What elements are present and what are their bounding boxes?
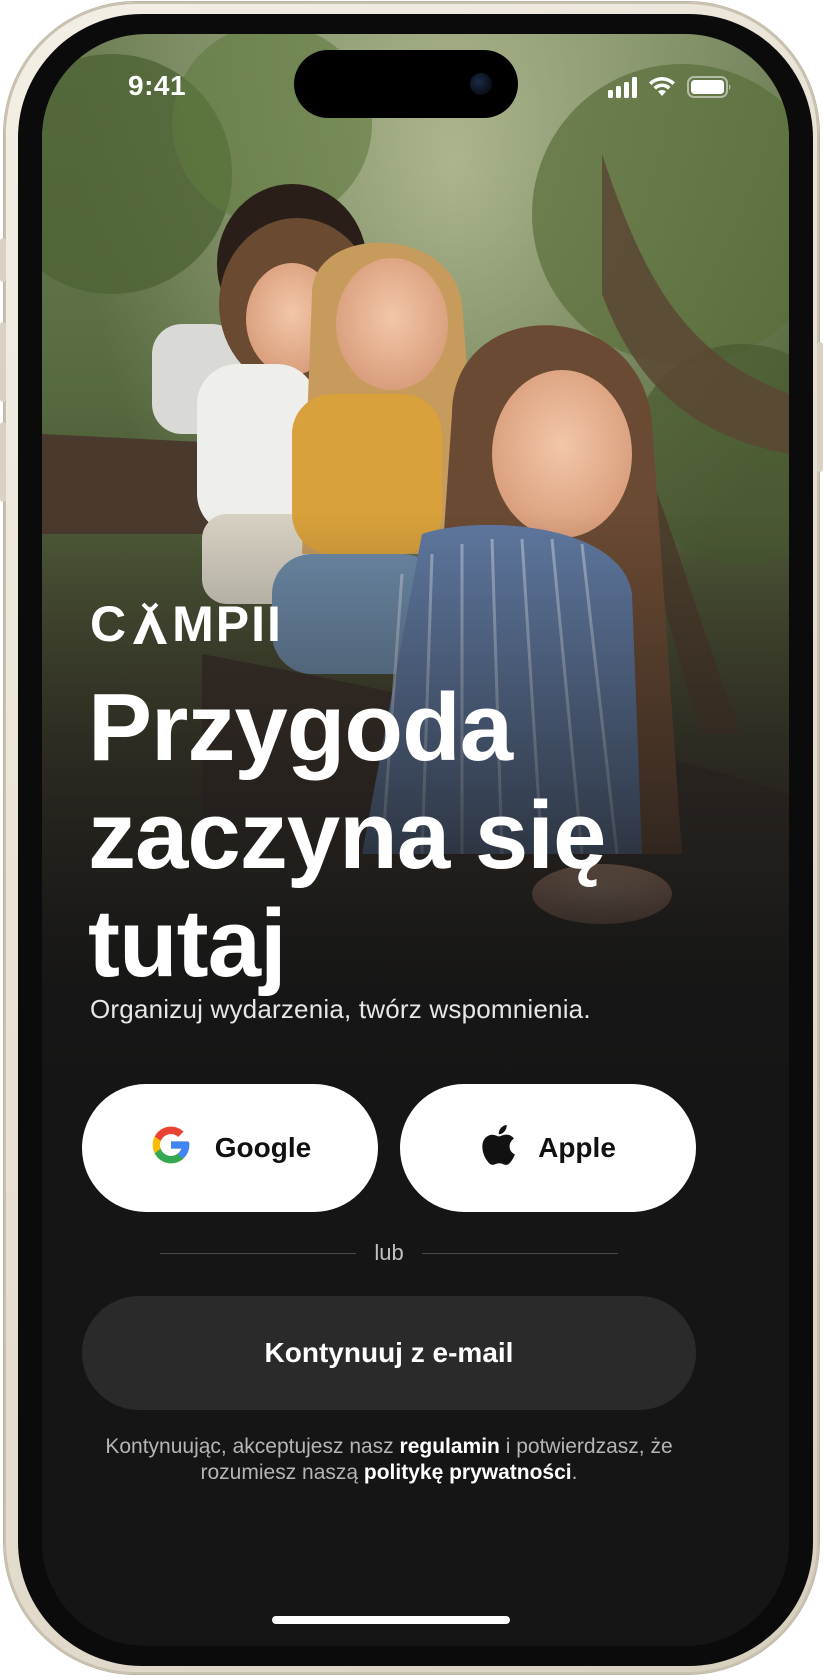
status-icons [608, 74, 733, 100]
google-sign-in-button[interactable]: Google [82, 1084, 378, 1212]
email-button-label: Kontynuuj z e-mail [264, 1337, 514, 1368]
privacy-policy-link[interactable]: politykę prywatności [364, 1461, 572, 1484]
headline: Przygoda zaczyna się tutaj [88, 674, 748, 998]
headline-line-3: tutaj [88, 890, 287, 997]
home-indicator[interactable] [272, 1616, 510, 1624]
terms-link[interactable]: regulamin [400, 1435, 500, 1458]
battery-icon [687, 76, 733, 98]
phone-frame: 9:41 C MPII Przygoda zaczyna się tutaj O… [0, 2, 823, 1674]
volume-up-button [0, 322, 6, 402]
signal-icon [608, 76, 637, 98]
dynamic-island [294, 50, 518, 118]
or-divider: lub [160, 1238, 619, 1268]
divider-line-right [421, 1252, 619, 1254]
continue-with-email-button[interactable]: Kontynuuj z e-mail [82, 1296, 696, 1410]
campii-logo: C MPII [90, 594, 283, 654]
subtitle: Organizuj wydarzenia, twórz wspomnienia. [90, 994, 591, 1024]
app-screen: 9:41 C MPII Przygoda zaczyna się tutaj O… [42, 34, 789, 1646]
power-button [817, 342, 823, 472]
apple-label: Apple [538, 1132, 616, 1163]
status-time: 9:41 [128, 70, 187, 101]
front-camera [470, 73, 492, 95]
divider-text: lub [374, 1240, 404, 1265]
volume-down-button [0, 422, 6, 502]
terms-text-3: . [571, 1461, 578, 1484]
logo-tent-icon [130, 602, 170, 646]
terms-notice: Kontynuując, akceptujesz nasz regulamin … [72, 1434, 706, 1486]
google-label: Google [214, 1132, 312, 1163]
apple-sign-in-button[interactable]: Apple [400, 1084, 696, 1212]
divider-line-left [160, 1252, 357, 1254]
apple-icon [480, 1123, 516, 1174]
status-bar: 9:41 [42, 34, 789, 144]
terms-text-1: Kontynuując, akceptujesz nasz [105, 1435, 400, 1458]
logo-text-left: C [90, 596, 129, 652]
headline-line-2: zaczyna się [88, 782, 606, 889]
logo-text-right: MPII [172, 596, 283, 652]
google-icon [149, 1123, 193, 1174]
headline-line-1: Przygoda [88, 674, 513, 781]
action-button [0, 238, 6, 282]
wifi-icon [647, 76, 677, 98]
